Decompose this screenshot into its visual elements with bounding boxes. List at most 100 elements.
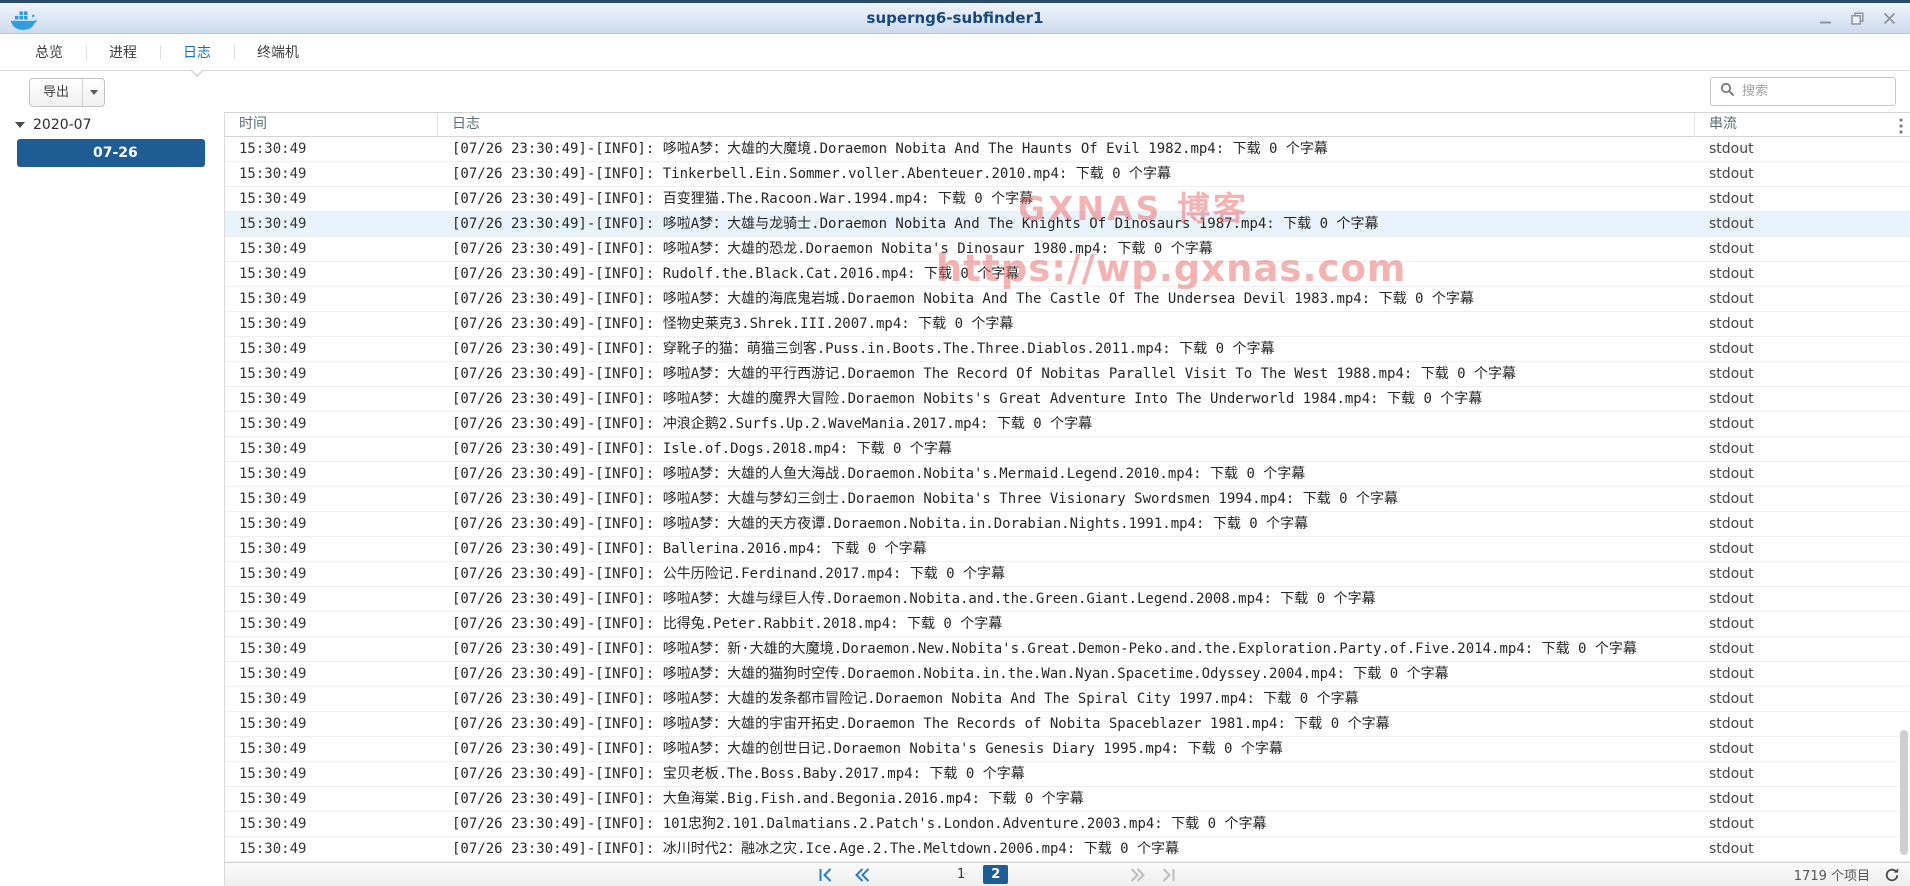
search-icon bbox=[1720, 82, 1735, 101]
table-row[interactable]: 15:30:49 [07/26 23:30:49]-[INFO]: 哆啦A梦：大… bbox=[225, 462, 1910, 487]
row-time: 15:30:49 bbox=[239, 562, 306, 586]
column-header-time[interactable]: 时间 bbox=[225, 113, 438, 137]
page-button-2-active[interactable]: 2 bbox=[983, 865, 1008, 884]
column-header-log[interactable]: 日志 bbox=[438, 113, 1695, 137]
row-log: [07/26 23:30:49]-[INFO]: 哆啦A梦：新·大雄的大魔境.D… bbox=[452, 637, 1678, 661]
table-row[interactable]: 15:30:49 [07/26 23:30:49]-[INFO]: 哆啦A梦：大… bbox=[225, 287, 1910, 312]
table-row[interactable]: 15:30:49 [07/26 23:30:49]-[INFO]: 哆啦A梦：大… bbox=[225, 737, 1910, 762]
row-time: 15:30:49 bbox=[239, 137, 306, 161]
row-stream: stdout bbox=[1709, 637, 1754, 661]
row-time: 15:30:49 bbox=[239, 537, 306, 561]
minimize-button[interactable] bbox=[1817, 10, 1834, 27]
table-row[interactable]: 15:30:49 [07/26 23:30:49]-[INFO]: 公牛历险记.… bbox=[225, 562, 1910, 587]
table-row[interactable]: 15:30:49 [07/26 23:30:49]-[INFO]: 冰川时代2：… bbox=[225, 837, 1910, 862]
row-time: 15:30:49 bbox=[239, 462, 306, 486]
window-controls bbox=[1817, 3, 1898, 34]
tab-bar: 总览 进程 日志 终端机 bbox=[0, 34, 1910, 71]
export-dropdown-button[interactable] bbox=[82, 79, 104, 106]
previous-page-icon[interactable] bbox=[855, 868, 870, 882]
row-log: [07/26 23:30:49]-[INFO]: 哆啦A梦：大雄的海底鬼岩城.D… bbox=[452, 287, 1678, 311]
table-row[interactable]: 15:30:49 [07/26 23:30:49]-[INFO]: 冲浪企鹅2.… bbox=[225, 412, 1910, 437]
row-log: [07/26 23:30:49]-[INFO]: 穿靴子的猫：萌猫三剑客.Pus… bbox=[452, 337, 1678, 361]
page-button-1[interactable]: 1 bbox=[954, 867, 968, 882]
row-log: [07/26 23:30:49]-[INFO]: Rudolf.the.Blac… bbox=[452, 262, 1678, 286]
row-stream: stdout bbox=[1709, 837, 1754, 861]
table-row[interactable]: 15:30:49 [07/26 23:30:49]-[INFO]: 哆啦A梦：新… bbox=[225, 637, 1910, 662]
tab-logs[interactable]: 日志 bbox=[160, 34, 234, 70]
last-page-icon bbox=[1161, 868, 1176, 882]
vertical-scrollbar-thumb[interactable] bbox=[1900, 730, 1908, 855]
row-time: 15:30:49 bbox=[239, 712, 306, 736]
row-log: [07/26 23:30:49]-[INFO]: Ballerina.2016.… bbox=[452, 537, 1678, 561]
table-body: 15:30:49 [07/26 23:30:49]-[INFO]: 哆啦A梦：大… bbox=[225, 137, 1910, 862]
export-split-button: 导出 bbox=[29, 78, 105, 107]
row-stream: stdout bbox=[1709, 562, 1754, 586]
row-time: 15:30:49 bbox=[239, 787, 306, 811]
export-button[interactable]: 导出 bbox=[30, 79, 82, 106]
table-row[interactable]: 15:30:49 [07/26 23:30:49]-[INFO]: 比得兔.Pe… bbox=[225, 612, 1910, 637]
tab-logs-label: 日志 bbox=[183, 42, 211, 62]
table-row[interactable]: 15:30:49 [07/26 23:30:49]-[INFO]: 哆啦A梦：大… bbox=[225, 362, 1910, 387]
table-row[interactable]: 15:30:49 [07/26 23:30:49]-[INFO]: 哆啦A梦：大… bbox=[225, 212, 1910, 237]
row-stream: stdout bbox=[1709, 787, 1754, 811]
close-button[interactable] bbox=[1881, 10, 1898, 27]
column-options-icon[interactable] bbox=[1899, 118, 1903, 138]
column-header-stream[interactable]: 串流 bbox=[1695, 113, 1888, 137]
row-stream: stdout bbox=[1709, 162, 1754, 186]
row-stream: stdout bbox=[1709, 187, 1754, 211]
refresh-icon[interactable] bbox=[1884, 867, 1900, 883]
table-row[interactable]: 15:30:49 [07/26 23:30:49]-[INFO]: 穿靴子的猫：… bbox=[225, 337, 1910, 362]
table-row[interactable]: 15:30:49 [07/26 23:30:49]-[INFO]: 101忠狗2… bbox=[225, 812, 1910, 837]
row-log: [07/26 23:30:49]-[INFO]: 冰川时代2：融冰之灾.Ice.… bbox=[452, 837, 1678, 861]
table-row[interactable]: 15:30:49 [07/26 23:30:49]-[INFO]: 哆啦A梦：大… bbox=[225, 137, 1910, 162]
row-time: 15:30:49 bbox=[239, 337, 306, 361]
tab-terminal[interactable]: 终端机 bbox=[234, 34, 322, 70]
restore-button[interactable] bbox=[1849, 10, 1866, 27]
row-stream: stdout bbox=[1709, 287, 1754, 311]
row-time: 15:30:49 bbox=[239, 812, 306, 836]
row-log: [07/26 23:30:49]-[INFO]: Isle.of.Dogs.20… bbox=[452, 437, 1678, 461]
row-stream: stdout bbox=[1709, 512, 1754, 536]
items-count-label: 1719 个项目 bbox=[1794, 865, 1870, 884]
row-log: [07/26 23:30:49]-[INFO]: 哆啦A梦：大雄的大魔境.Dor… bbox=[452, 137, 1678, 161]
tab-overview[interactable]: 总览 bbox=[12, 34, 86, 70]
sidebar-item-07-26[interactable]: 07-26 bbox=[17, 139, 205, 167]
row-stream: stdout bbox=[1709, 412, 1754, 436]
row-time: 15:30:49 bbox=[239, 512, 306, 536]
row-stream: stdout bbox=[1709, 137, 1754, 161]
row-time: 15:30:49 bbox=[239, 487, 306, 511]
table-row[interactable]: 15:30:49 [07/26 23:30:49]-[INFO]: 哆啦A梦：大… bbox=[225, 512, 1910, 537]
row-log: [07/26 23:30:49]-[INFO]: 哆啦A梦：大雄的平行西游记.D… bbox=[452, 362, 1678, 386]
row-log: [07/26 23:30:49]-[INFO]: 哆啦A梦：大雄与龙骑士.Dor… bbox=[452, 212, 1678, 236]
table-row[interactable]: 15:30:49 [07/26 23:30:49]-[INFO]: Rudolf… bbox=[225, 262, 1910, 287]
table-row[interactable]: 15:30:49 [07/26 23:30:49]-[INFO]: Tinker… bbox=[225, 162, 1910, 187]
toolbar: 导出 bbox=[0, 72, 1910, 112]
tab-terminal-label: 终端机 bbox=[257, 42, 299, 62]
table-row[interactable]: 15:30:49 [07/26 23:30:49]-[INFO]: 哆啦A梦：大… bbox=[225, 237, 1910, 262]
table-row[interactable]: 15:30:49 [07/26 23:30:49]-[INFO]: 百变狸猫.T… bbox=[225, 187, 1910, 212]
table-row[interactable]: 15:30:49 [07/26 23:30:49]-[INFO]: 哆啦A梦：大… bbox=[225, 712, 1910, 737]
chevron-down-icon bbox=[90, 90, 98, 95]
table-row[interactable]: 15:30:49 [07/26 23:30:49]-[INFO]: 哆啦A梦：大… bbox=[225, 687, 1910, 712]
tab-process[interactable]: 进程 bbox=[86, 34, 160, 70]
row-log: [07/26 23:30:49]-[INFO]: 哆啦A梦：大雄的恐龙.Dora… bbox=[452, 237, 1678, 261]
table-row[interactable]: 15:30:49 [07/26 23:30:49]-[INFO]: 大鱼海棠.B… bbox=[225, 787, 1910, 812]
table-row[interactable]: 15:30:49 [07/26 23:30:49]-[INFO]: 哆啦A梦：大… bbox=[225, 587, 1910, 612]
table-row[interactable]: 15:30:49 [07/26 23:30:49]-[INFO]: 哆啦A梦：大… bbox=[225, 387, 1910, 412]
tab-process-label: 进程 bbox=[109, 42, 137, 62]
table-row[interactable]: 15:30:49 [07/26 23:30:49]-[INFO]: Isle.o… bbox=[225, 437, 1910, 462]
row-log: [07/26 23:30:49]-[INFO]: 哆啦A梦：大雄与梦幻三剑士.D… bbox=[452, 487, 1678, 511]
table-row[interactable]: 15:30:49 [07/26 23:30:49]-[INFO]: 哆啦A梦：大… bbox=[225, 662, 1910, 687]
row-stream: stdout bbox=[1709, 312, 1754, 336]
table-row[interactable]: 15:30:49 [07/26 23:30:49]-[INFO]: 哆啦A梦：大… bbox=[225, 487, 1910, 512]
row-log: [07/26 23:30:49]-[INFO]: 大鱼海棠.Big.Fish.a… bbox=[452, 787, 1678, 811]
first-page-icon[interactable] bbox=[818, 868, 833, 882]
table-row[interactable]: 15:30:49 [07/26 23:30:49]-[INFO]: 怪物史莱克3… bbox=[225, 312, 1910, 337]
table-row[interactable]: 15:30:49 [07/26 23:30:49]-[INFO]: 宝贝老板.T… bbox=[225, 762, 1910, 787]
row-log: [07/26 23:30:49]-[INFO]: 百变狸猫.The.Racoon… bbox=[452, 187, 1678, 211]
row-stream: stdout bbox=[1709, 487, 1754, 511]
search-input[interactable] bbox=[1742, 84, 1886, 99]
row-time: 15:30:49 bbox=[239, 687, 306, 711]
sidebar-group-2020-07[interactable]: 2020-07 bbox=[15, 117, 92, 133]
table-row[interactable]: 15:30:49 [07/26 23:30:49]-[INFO]: Baller… bbox=[225, 537, 1910, 562]
